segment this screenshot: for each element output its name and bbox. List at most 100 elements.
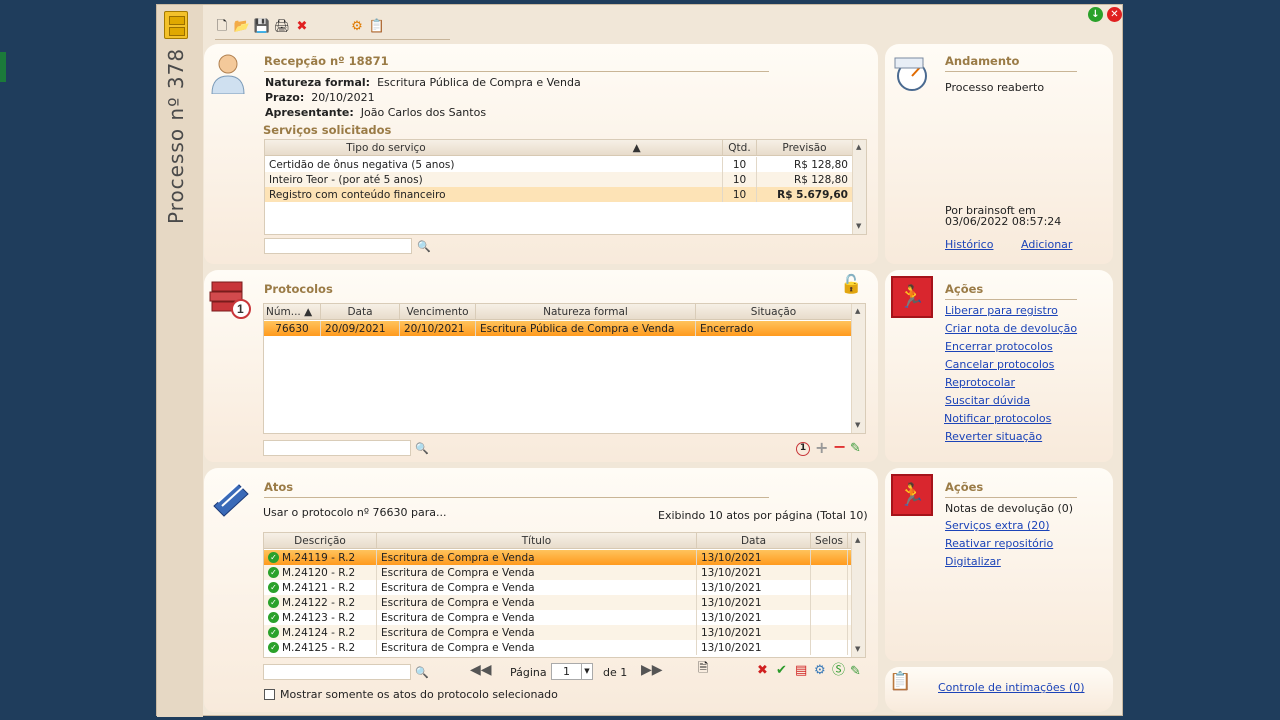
document-icon[interactable]: 🗎 [698,662,708,676]
save-icon[interactable]: 💾 [254,19,270,35]
search-input[interactable] [264,238,412,254]
first-page-icon[interactable]: ◀◀ [470,663,492,677]
recepcao-panel: Recepção nº 18871 Natureza formal: Escri… [204,44,878,264]
col-data[interactable]: Data [697,533,811,548]
clock-icon [891,54,933,92]
table-row[interactable]: Inteiro Teor - (por até 5 anos) 10 R$ 12… [265,172,853,187]
scrollbar[interactable]: ▲ ▼ [851,304,865,433]
col-selos[interactable]: Selos [811,533,848,548]
suscitar-link[interactable]: Suscitar dúvida [945,394,1030,407]
unlock-icon[interactable]: 🔓 [840,276,862,294]
historico-link[interactable]: Histórico [945,238,993,251]
atos-grid[interactable]: Descrição Título Data Selos ✓ M.24119 - R… [263,532,866,658]
copy-icon[interactable]: 📋 [369,19,385,35]
timestamp: 03/06/2022 08:57:24 [945,215,1062,228]
protocolos-panel: 1 Protocolos 🔓 Núm... ▲ Data Vencimento … [204,270,878,462]
table-row[interactable]: ✓ M.24119 - R.2 Escritura de Compra e Ven… [264,550,852,565]
table-row[interactable]: ✓ M.24124 - R.2 Escritura de Compra e Ven… [264,625,852,640]
servicos-grid[interactable]: Tipo do serviço ▲ Qtd. Previsão Certidão… [264,139,867,235]
edit-icon[interactable]: ✎ [850,665,861,679]
process-window: Processo nº 378 🗋 📂 💾 🖨 ✖ ⚙ 📋 ↓ ✕ Recepç… [156,4,1123,717]
scrollbar[interactable]: ▲ ▼ [852,140,866,234]
last-page-icon[interactable]: ▶▶ [641,663,663,677]
search-icon[interactable]: 🔍 [417,240,431,254]
col-data[interactable]: Data [321,304,400,319]
adicionar-link[interactable]: Adicionar [1021,238,1072,251]
digitalizar-link[interactable]: Digitalizar [945,555,1001,568]
table-row[interactable]: ✓ M.24122 - R.2 Escritura de Compra e Ven… [264,595,852,610]
notificar-link[interactable]: Notificar protocolos [944,412,1051,425]
protocolos-grid[interactable]: Núm... ▲ Data Vencimento Natureza formal… [263,303,866,434]
delete-icon[interactable]: ✖ [294,19,310,35]
divider [945,71,1077,72]
minimize-icon[interactable]: ↓ [1088,7,1103,22]
table-row[interactable]: 76630 20/09/2021 20/10/2021 Escritura Pú… [264,321,852,336]
apresentante-field: Apresentante: João Carlos dos Santos [265,106,487,119]
scrollbar[interactable]: ▲ ▼ [851,533,865,657]
pdf-icon[interactable]: ▤ [795,664,807,678]
print-icon[interactable]: 🖨 [274,19,291,35]
sidebar: Processo nº 378 [157,5,203,717]
approve-icon[interactable]: ✔ [776,664,787,678]
col-tipo[interactable]: Tipo do serviço ▲ [265,140,723,155]
andamento-panel: Andamento Processo reaberto Por brainsof… [885,44,1113,264]
protocol-badge: 1 [237,302,244,316]
filter-checkbox[interactable] [264,689,275,700]
grid-header: Tipo do serviço ▲ Qtd. Previsão [265,140,853,156]
reativar-link[interactable]: Reativar repositório [945,537,1053,550]
table-row[interactable]: ✓ M.24123 - R.2 Escritura de Compra e Ven… [264,610,852,625]
search-icon[interactable]: 🔍 [415,442,429,456]
reprotocolar-link[interactable]: Reprotocolar [945,376,1015,389]
check-icon: ✓ [268,567,279,578]
page-select[interactable]: 1 ▼ [551,663,593,680]
table-row[interactable]: Registro com conteúdo financeiro 10 R$ 5… [265,187,853,202]
search-input[interactable] [263,440,411,456]
liberar-link[interactable]: Liberar para registro [945,304,1058,317]
toolbar-secondary: ⚙ 📋 [349,19,385,35]
atos-title: Atos [264,480,294,494]
criar-nota-link[interactable]: Criar nota de devolução [945,322,1077,335]
encerrar-link[interactable]: Encerrar protocolos [945,340,1053,353]
person-icon [208,50,248,95]
new-icon[interactable]: 🗋 [214,19,230,35]
col-qtd[interactable]: Qtd. [723,140,757,155]
add-icon[interactable]: + [815,440,828,456]
number-icon[interactable]: 1 [796,442,810,456]
table-row[interactable]: Certidão de ônus negativa (5 anos) 10 R$… [265,157,853,172]
col-previsao[interactable]: Previsão [757,140,853,155]
seal-icon[interactable]: Ⓢ [832,664,845,678]
col-descricao[interactable]: Descrição [264,533,377,548]
toolbar: 🗋 📂 💾 🖨 ✖ [214,19,310,35]
table-row[interactable]: ✓ M.24121 - R.2 Escritura de Compra e Ven… [264,580,852,595]
usar-protocolo-text: Usar o protocolo nº 76630 para... [263,506,447,519]
remove-document-icon[interactable]: ✖ [757,664,768,678]
table-row[interactable]: ✓ M.24120 - R.2 Escritura de Compra e Ven… [264,565,852,580]
settings-icon[interactable]: ⚙ [814,664,826,678]
pagination-summary: Exibindo 10 atos por página (Total 10) [658,509,868,522]
reverter-link[interactable]: Reverter situação [945,430,1042,443]
servicos-extra-link[interactable]: Serviços extra (20) [945,519,1050,532]
check-icon: ✓ [268,552,279,563]
pagina-label: Página [510,666,547,679]
table-row[interactable]: ✓ M.24125 - R.2 Escritura de Compra e Ven… [264,640,852,655]
refresh-icon[interactable]: ⚙ [349,19,365,35]
col-situacao[interactable]: Situação [696,304,852,319]
search-icon[interactable]: 🔍 [415,666,429,680]
remove-icon[interactable]: − [833,439,846,455]
process-title: Processo nº 378 [164,47,188,225]
col-num[interactable]: Núm... ▲ [264,304,321,319]
col-natureza[interactable]: Natureza formal [476,304,696,319]
close-icon[interactable]: ✕ [1107,7,1122,22]
search-input[interactable] [263,664,411,680]
intimacoes-link[interactable]: Controle de intimações (0) [938,681,1084,694]
col-titulo[interactable]: Título [377,533,697,548]
chevron-down-icon[interactable]: ▼ [581,664,592,679]
cancelar-link[interactable]: Cancelar protocolos [945,358,1054,371]
edit-icon[interactable]: ✎ [850,442,861,456]
check-icon: ✓ [268,597,279,608]
notas-devolucao-text: Notas de devolução (0) [945,502,1074,515]
col-vencimento[interactable]: Vencimento [400,304,476,319]
prazo-field: Prazo: 20/10/2021 [265,91,375,104]
andamento-title: Andamento [945,54,1020,68]
open-folder-icon[interactable]: 📂 [234,19,250,35]
